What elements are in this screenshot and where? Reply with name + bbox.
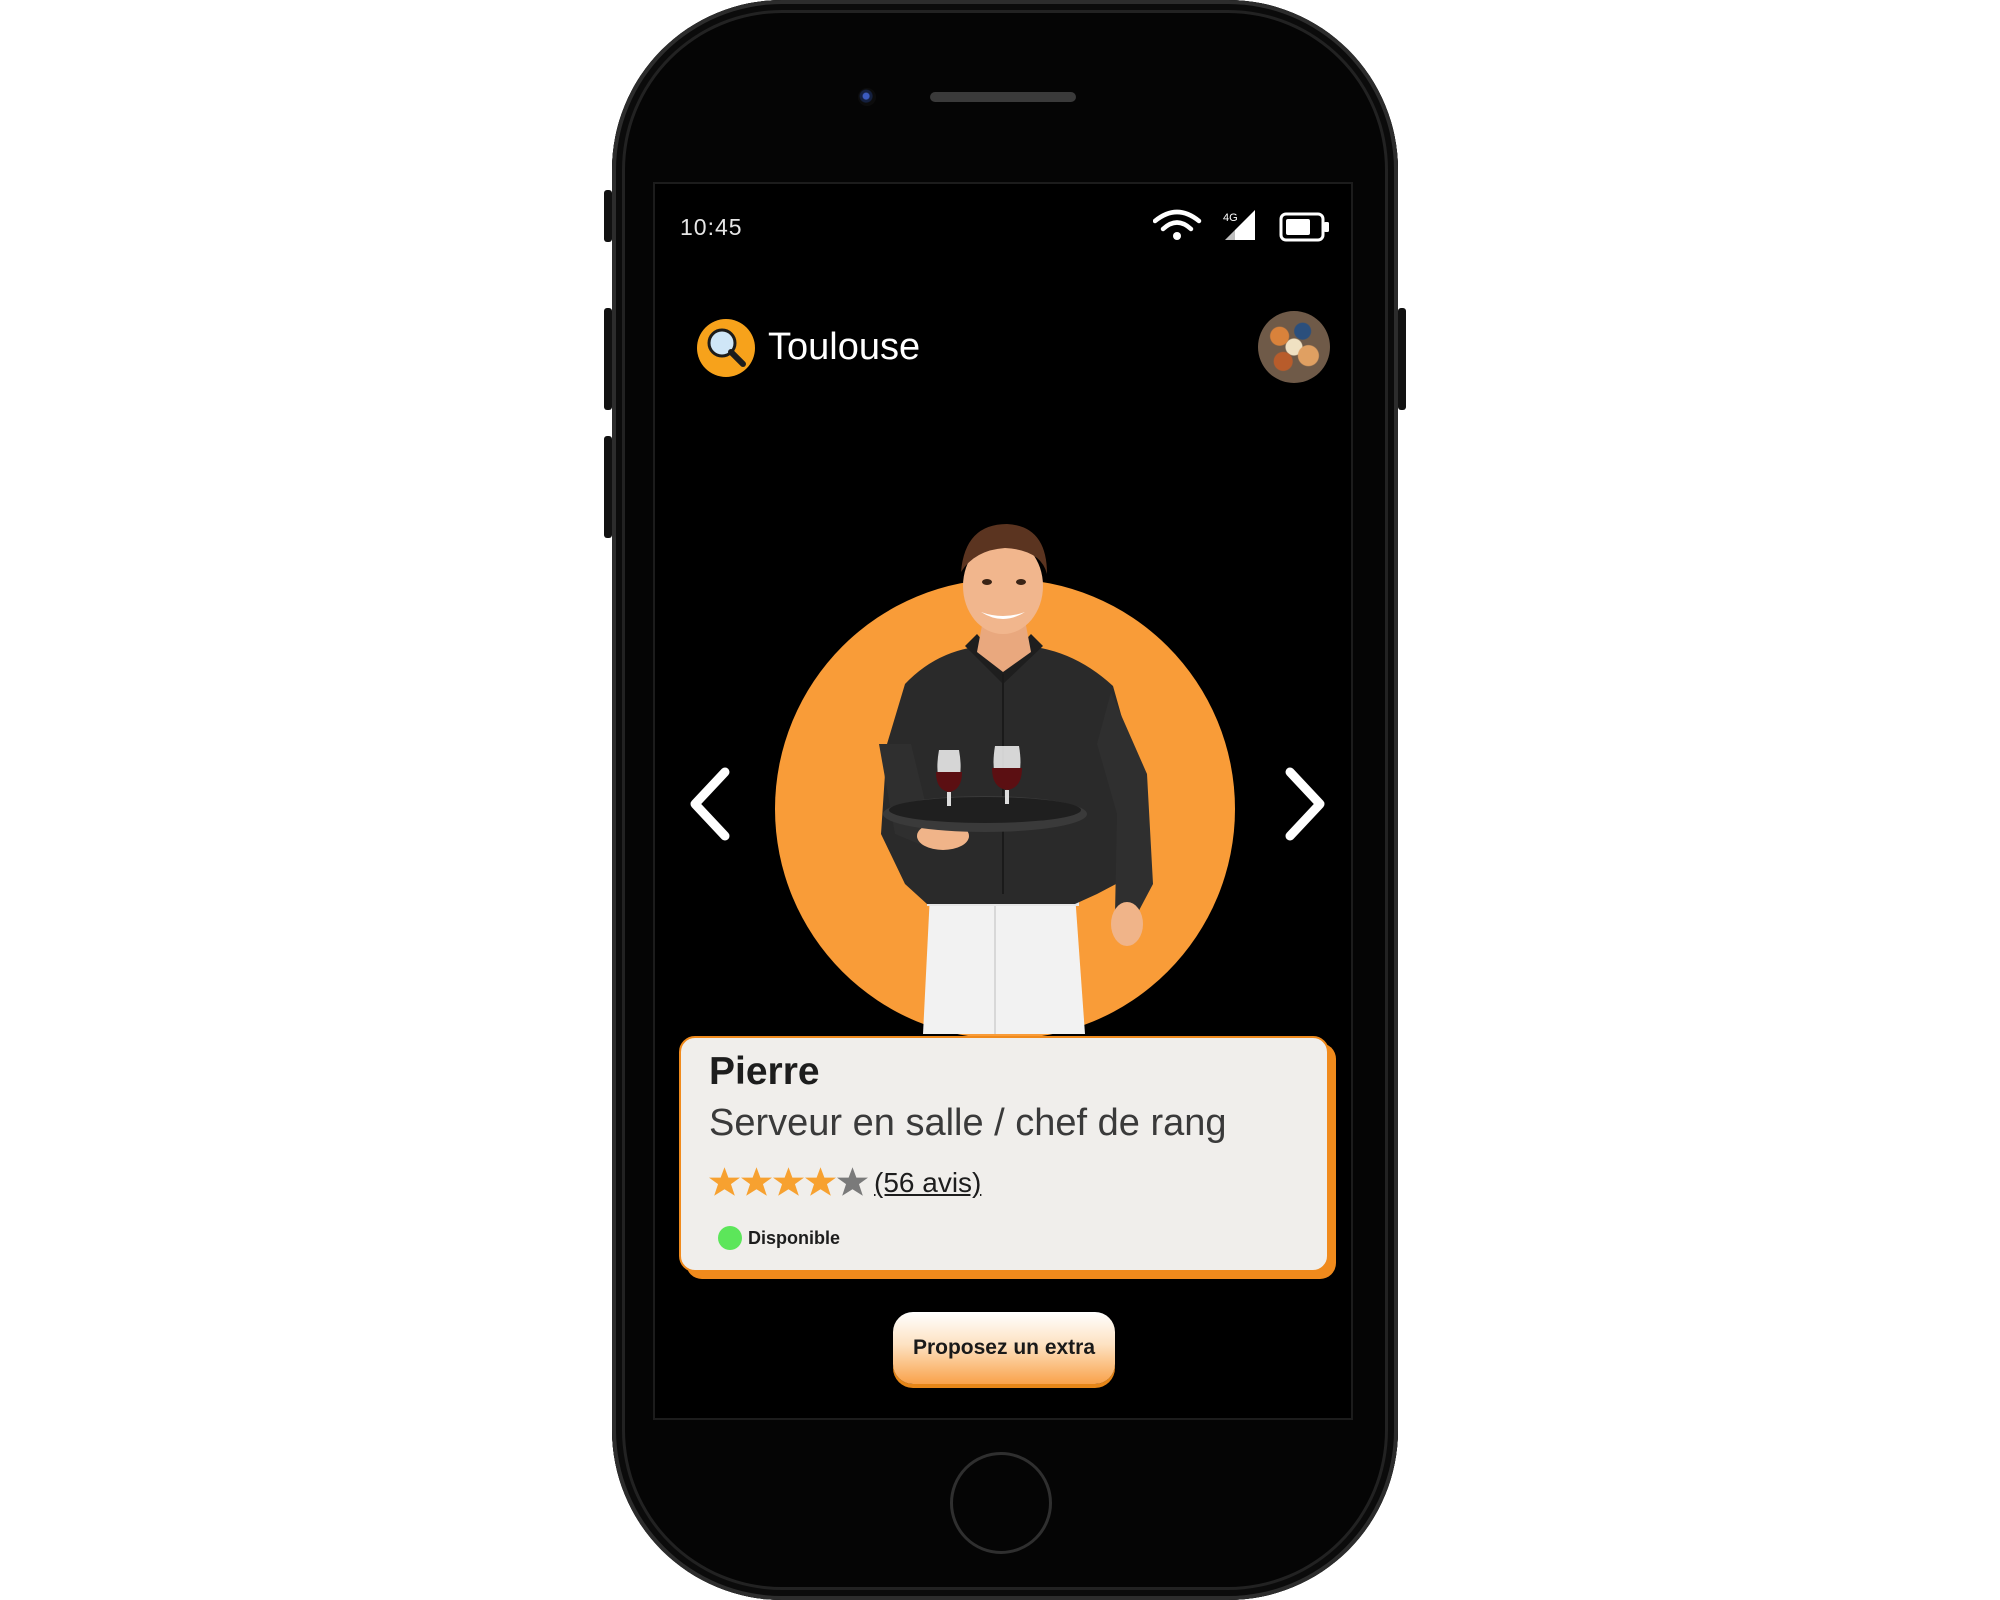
availability-label: Disponible xyxy=(748,1228,841,1248)
profile-role: Serveur en salle / chef de rang xyxy=(709,1102,1227,1144)
chevron-left-icon[interactable] xyxy=(683,764,743,844)
side-button-volume-down xyxy=(604,436,612,538)
rating-stars xyxy=(709,1166,868,1202)
battery-icon xyxy=(1279,212,1329,242)
waiter-photo xyxy=(879,524,1153,1034)
app-screen: 10:45 4G Toulouse Pierre Serveur en sall… xyxy=(653,182,1353,1420)
location-label: Toulouse xyxy=(768,326,921,368)
status-icons: 4G xyxy=(1153,209,1329,242)
status-time: 10:45 xyxy=(680,214,743,240)
network-label: 4G xyxy=(1223,212,1238,224)
star-filled-icon xyxy=(741,1167,772,1196)
side-button-silent xyxy=(604,190,612,242)
side-button-volume-up xyxy=(604,308,612,410)
home-button[interactable] xyxy=(950,1452,1052,1554)
star-filled-icon xyxy=(773,1167,804,1196)
signal-icon: 4G xyxy=(1223,210,1255,240)
availability-dot xyxy=(718,1226,742,1250)
side-button-power xyxy=(1398,308,1406,410)
profile-name: Pierre xyxy=(709,1050,820,1093)
chevron-right-icon[interactable] xyxy=(1272,764,1332,844)
magnifier-icon[interactable] xyxy=(697,319,755,377)
reviews-link[interactable]: (56 avis) xyxy=(874,1167,981,1199)
star-filled-icon xyxy=(805,1167,836,1196)
front-camera xyxy=(858,88,876,106)
wifi-icon xyxy=(1153,209,1202,240)
profile-avatar[interactable] xyxy=(1258,311,1330,383)
propose-extra-button[interactable]: Proposez un extra xyxy=(893,1312,1115,1384)
earpiece-speaker xyxy=(930,92,1076,102)
star-filled-icon xyxy=(709,1167,740,1196)
star-empty-icon xyxy=(837,1167,868,1196)
profile-card[interactable]: Pierre Serveur en salle / chef de rang (… xyxy=(679,1036,1329,1272)
